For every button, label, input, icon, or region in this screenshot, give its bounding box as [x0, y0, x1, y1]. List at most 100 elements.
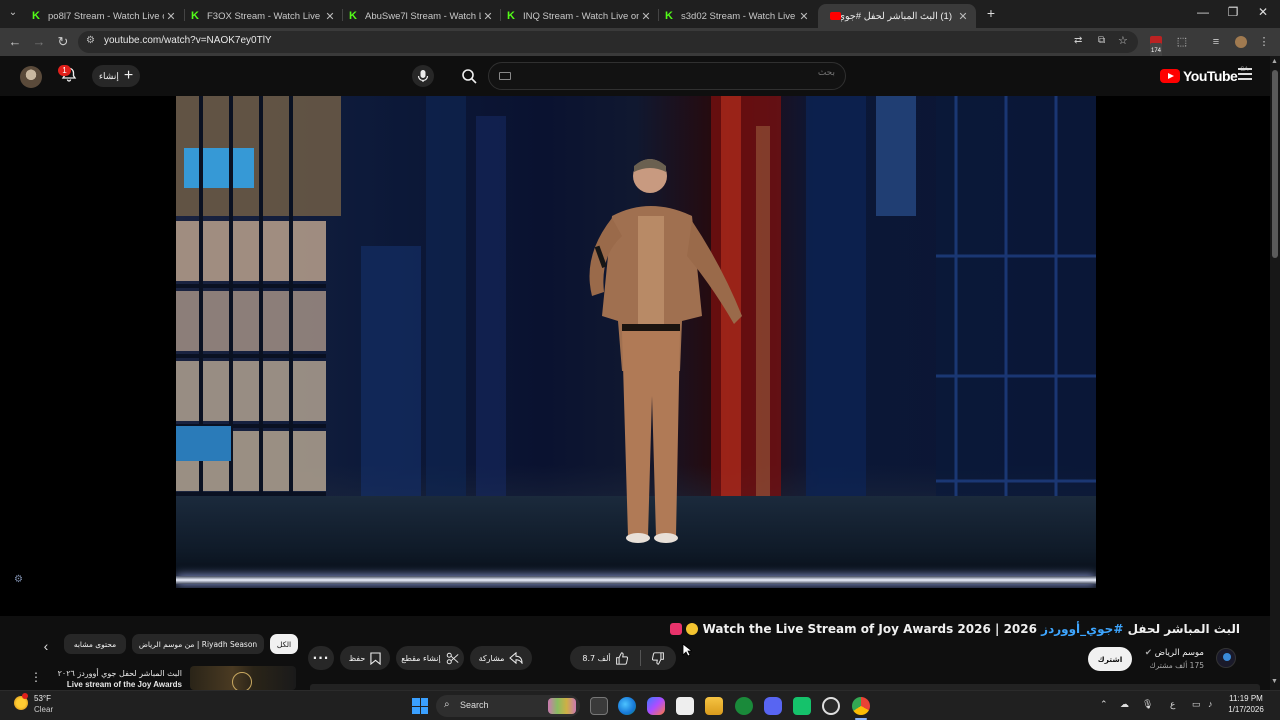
like-button[interactable]: 8.7 ألف: [570, 646, 640, 670]
page-scrollbar[interactable]: ▲ ▼: [1270, 56, 1280, 690]
whatsapp-icon[interactable]: [793, 697, 811, 715]
minimize-button[interactable]: —: [1188, 5, 1218, 19]
close-icon[interactable]: ✕: [956, 10, 970, 23]
clip-label: إنشاء مقطع: [401, 653, 441, 663]
title-hashtag-link[interactable]: #جوي_أووردز: [1041, 622, 1123, 636]
title-main: 2026 | Watch the Live Stream of Joy Awar…: [702, 622, 1037, 636]
chip-all[interactable]: الكل: [270, 634, 298, 654]
copilot-icon[interactable]: [647, 697, 665, 715]
back-icon[interactable]: ←: [6, 34, 24, 50]
clock-date[interactable]: 1/17/2026: [1226, 705, 1266, 714]
browser-tab[interactable]: K INQ Stream - Watch Live on Ki ✕: [501, 4, 659, 28]
close-icon[interactable]: ✕: [323, 10, 337, 23]
dislike-button[interactable]: [641, 646, 676, 670]
subscribe-button[interactable]: اشترك: [1088, 647, 1132, 671]
scissors-icon: [446, 652, 459, 664]
close-icon[interactable]: ✕: [639, 10, 653, 23]
language-indicator[interactable]: ع: [1170, 699, 1175, 710]
forward-icon[interactable]: →: [30, 34, 48, 50]
share-button[interactable]: مشاركة: [470, 646, 532, 670]
youtube-logo[interactable]: YouTube SA: [1160, 67, 1248, 84]
keyboard-icon[interactable]: [499, 72, 511, 80]
video-frame[interactable]: [176, 96, 1096, 588]
browser-tab[interactable]: K AbuSwe7l Stream - Watch Live ✕: [343, 4, 501, 28]
close-icon[interactable]: ✕: [481, 10, 495, 23]
extension-icon[interactable]: 174: [1148, 34, 1164, 59]
task-view-icon[interactable]: [590, 697, 608, 715]
close-window-button[interactable]: ✕: [1248, 5, 1278, 19]
discord-icon[interactable]: [764, 697, 782, 715]
bookmark-icon: [370, 651, 381, 665]
chip-related[interactable]: محتوى مشابه: [64, 634, 126, 654]
volume-icon[interactable]: ♪: [1208, 699, 1213, 709]
weather-description: Clear: [34, 705, 54, 714]
chip-from-channel[interactable]: من موسم الرياض | Riyadh Season: [132, 634, 264, 654]
browser-toolbar: ← → ↻ ⚙ youtube.com/watch?v=NAOK7ey0TlY …: [0, 28, 1280, 59]
guide-menu-icon[interactable]: [1238, 68, 1252, 82]
system-app-icon[interactable]: [822, 697, 840, 715]
tab-search-dropdown-icon[interactable]: ⌄: [4, 5, 22, 21]
file-explorer-icon[interactable]: [705, 697, 723, 715]
browser-tab[interactable]: K s3d02 Stream - Watch Live on K ✕: [659, 4, 817, 28]
tab-title: INQ Stream - Watch Live on Ki: [523, 10, 639, 22]
voice-search-button[interactable]: [412, 65, 434, 87]
microsoft-store-icon[interactable]: [676, 697, 694, 715]
user-avatar[interactable]: [20, 66, 42, 88]
video-player[interactable]: ⚙: [0, 96, 1270, 616]
thumbs-down-icon: [652, 651, 664, 665]
display-icon[interactable]: ▭: [1192, 699, 1201, 710]
windows-taskbar: 53°F Clear ⌕ Search ⌃ ☁ 🎙 ع ▭ ♪ 11:19 PM…: [0, 690, 1280, 720]
recommendation-thumbnail[interactable]: [190, 666, 296, 690]
recommendation-more-icon[interactable]: ⋮: [30, 670, 42, 684]
search-icon: [462, 69, 477, 84]
windows-start-icon[interactable]: [412, 698, 428, 714]
xbox-icon[interactable]: [735, 697, 753, 715]
address-bar[interactable]: ⚙ youtube.com/watch?v=NAOK7ey0TlY ⇄ ⧉ ☆: [78, 31, 1138, 53]
save-button[interactable]: حفظ: [340, 646, 390, 670]
browser-tab-active[interactable]: ✕ (1) البث المباشر لحفل #جوي: [818, 4, 976, 28]
browser-tab[interactable]: K F3OX Stream - Watch Live on K ✕: [185, 4, 343, 28]
search-button[interactable]: [450, 62, 488, 90]
translate-icon[interactable]: ⇄: [1074, 35, 1082, 46]
recommendation-title[interactable]: البث المباشر لحفل جوي أووردز ٢٠٢٦ Live s…: [56, 668, 182, 690]
profile-avatar[interactable]: [1233, 34, 1249, 50]
weather-temperature: 53°F: [34, 694, 51, 703]
new-tab-button[interactable]: +: [976, 5, 1006, 21]
scroll-up-icon[interactable]: ▲: [1271, 58, 1278, 65]
edge-browser-icon[interactable]: [618, 697, 636, 715]
microphone-tray-icon[interactable]: 🎙: [1142, 699, 1153, 710]
create-button[interactable]: إنشاء +: [92, 65, 140, 87]
bookmark-star-icon[interactable]: ☆: [1118, 34, 1128, 47]
channel-name[interactable]: موسم الرياض ✔: [1145, 648, 1204, 658]
search-input[interactable]: [535, 68, 835, 78]
onedrive-icon[interactable]: ☁: [1120, 699, 1129, 710]
close-icon[interactable]: ✕: [797, 10, 811, 23]
more-actions-button[interactable]: ...: [308, 646, 334, 670]
chrome-icon[interactable]: [852, 697, 870, 715]
channel-watermark-icon[interactable]: ⚙: [14, 574, 26, 588]
chips-prev-chevron-icon[interactable]: ‹: [38, 638, 54, 654]
maximize-button[interactable]: ❐: [1218, 5, 1248, 19]
kick-icon: K: [349, 10, 357, 22]
taskbar-search[interactable]: ⌕ Search: [436, 695, 580, 717]
channel-avatar[interactable]: [1216, 648, 1236, 668]
close-icon[interactable]: ✕: [164, 10, 178, 23]
extensions-puzzle-icon[interactable]: ⬚: [1174, 34, 1190, 50]
clip-button[interactable]: إنشاء مقطع: [396, 646, 464, 670]
browser-menu-icon[interactable]: ⋮: [1256, 34, 1272, 50]
scroll-thumb[interactable]: [1272, 70, 1278, 258]
search-highlight-icon: [548, 698, 576, 714]
tab-search-icon[interactable]: ≡: [1208, 34, 1224, 50]
site-info-icon[interactable]: ⚙: [86, 35, 95, 46]
reload-icon[interactable]: ↻: [54, 34, 72, 50]
stage-light-strip: [176, 576, 1096, 584]
scroll-down-icon[interactable]: ▼: [1271, 678, 1278, 685]
tab-title: AbuSwe7l Stream - Watch Live: [365, 10, 481, 22]
browser-tab[interactable]: K po8l7 Stream - Watch Live on K ✕: [26, 4, 184, 28]
tray-overflow-icon[interactable]: ⌃: [1100, 699, 1108, 710]
mouse-cursor-icon: [682, 643, 692, 657]
install-icon[interactable]: ⧉: [1098, 35, 1105, 46]
youtube-icon: [830, 12, 841, 20]
like-count: 8.7 ألف: [582, 653, 611, 663]
clock-time[interactable]: 11:19 PM: [1226, 694, 1266, 703]
